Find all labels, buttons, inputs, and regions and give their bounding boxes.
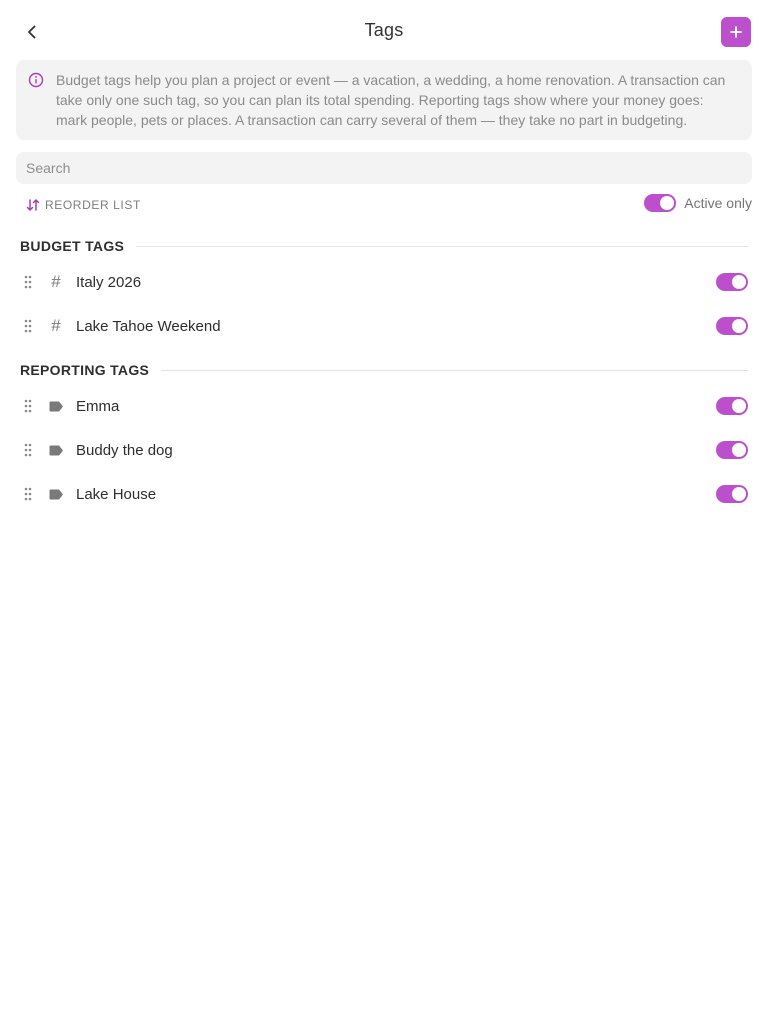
tag-name: Buddy the dog: [76, 441, 173, 459]
tag-name: Emma: [76, 397, 120, 415]
label-tag-icon: [40, 445, 72, 456]
search-input[interactable]: [16, 152, 752, 184]
section-title: BUDGET TAGS: [20, 238, 125, 254]
info-icon: [28, 72, 44, 88]
active-only-toggle[interactable]: [644, 194, 677, 212]
label-tag-icon: [40, 489, 72, 500]
tag-row[interactable]: Buddy the dog: [16, 430, 752, 470]
tag-active-toggle[interactable]: [716, 397, 748, 415]
page-title: Tags: [364, 20, 404, 40]
tag-active-toggle[interactable]: [716, 441, 748, 459]
app-header: Tags: [0, 0, 768, 64]
hash-icon: #: [51, 316, 61, 335]
reorder-list-label: REORDER LIST: [45, 198, 141, 212]
drag-handle-icon[interactable]: [16, 319, 40, 333]
label-tag-icon: [40, 401, 72, 412]
reorder-list-button[interactable]: REORDER LIST: [26, 198, 141, 212]
add-tag-button[interactable]: [721, 17, 751, 47]
reporting-tags-header: REPORTING TAGS: [20, 360, 748, 380]
info-text: Budget tags help you plan a project or e…: [56, 72, 726, 128]
sort-arrows-icon: [26, 199, 40, 211]
tag-name: Italy 2026: [76, 273, 142, 291]
tag-active-toggle[interactable]: [716, 317, 748, 335]
hash-icon: #: [51, 272, 61, 291]
tag-active-toggle[interactable]: [716, 273, 748, 291]
drag-handle-icon[interactable]: [16, 443, 40, 457]
budget-tags-header: BUDGET TAGS: [20, 236, 748, 256]
active-only-label: Active only: [684, 195, 752, 211]
drag-handle-icon[interactable]: [16, 275, 40, 289]
section-divider: [161, 369, 748, 371]
active-only-filter[interactable]: Active only: [644, 194, 752, 212]
drag-handle-icon[interactable]: [16, 487, 40, 501]
list-toolbar: REORDER LIST Active only: [16, 194, 752, 218]
section-divider: [136, 245, 748, 247]
info-banner: Budget tags help you plan a project or e…: [16, 60, 752, 140]
tag-row[interactable]: Lake House: [16, 474, 752, 514]
tag-row[interactable]: # Italy 2026: [16, 262, 752, 302]
tag-row[interactable]: # Lake Tahoe Weekend: [16, 306, 752, 346]
drag-handle-icon[interactable]: [16, 399, 40, 413]
tag-name: Lake Tahoe Weekend: [76, 317, 221, 335]
plus-icon: [730, 26, 742, 38]
tag-row[interactable]: Emma: [16, 386, 752, 426]
tag-active-toggle[interactable]: [716, 485, 748, 503]
section-title: REPORTING TAGS: [20, 362, 150, 378]
tag-name: Lake House: [76, 485, 157, 503]
